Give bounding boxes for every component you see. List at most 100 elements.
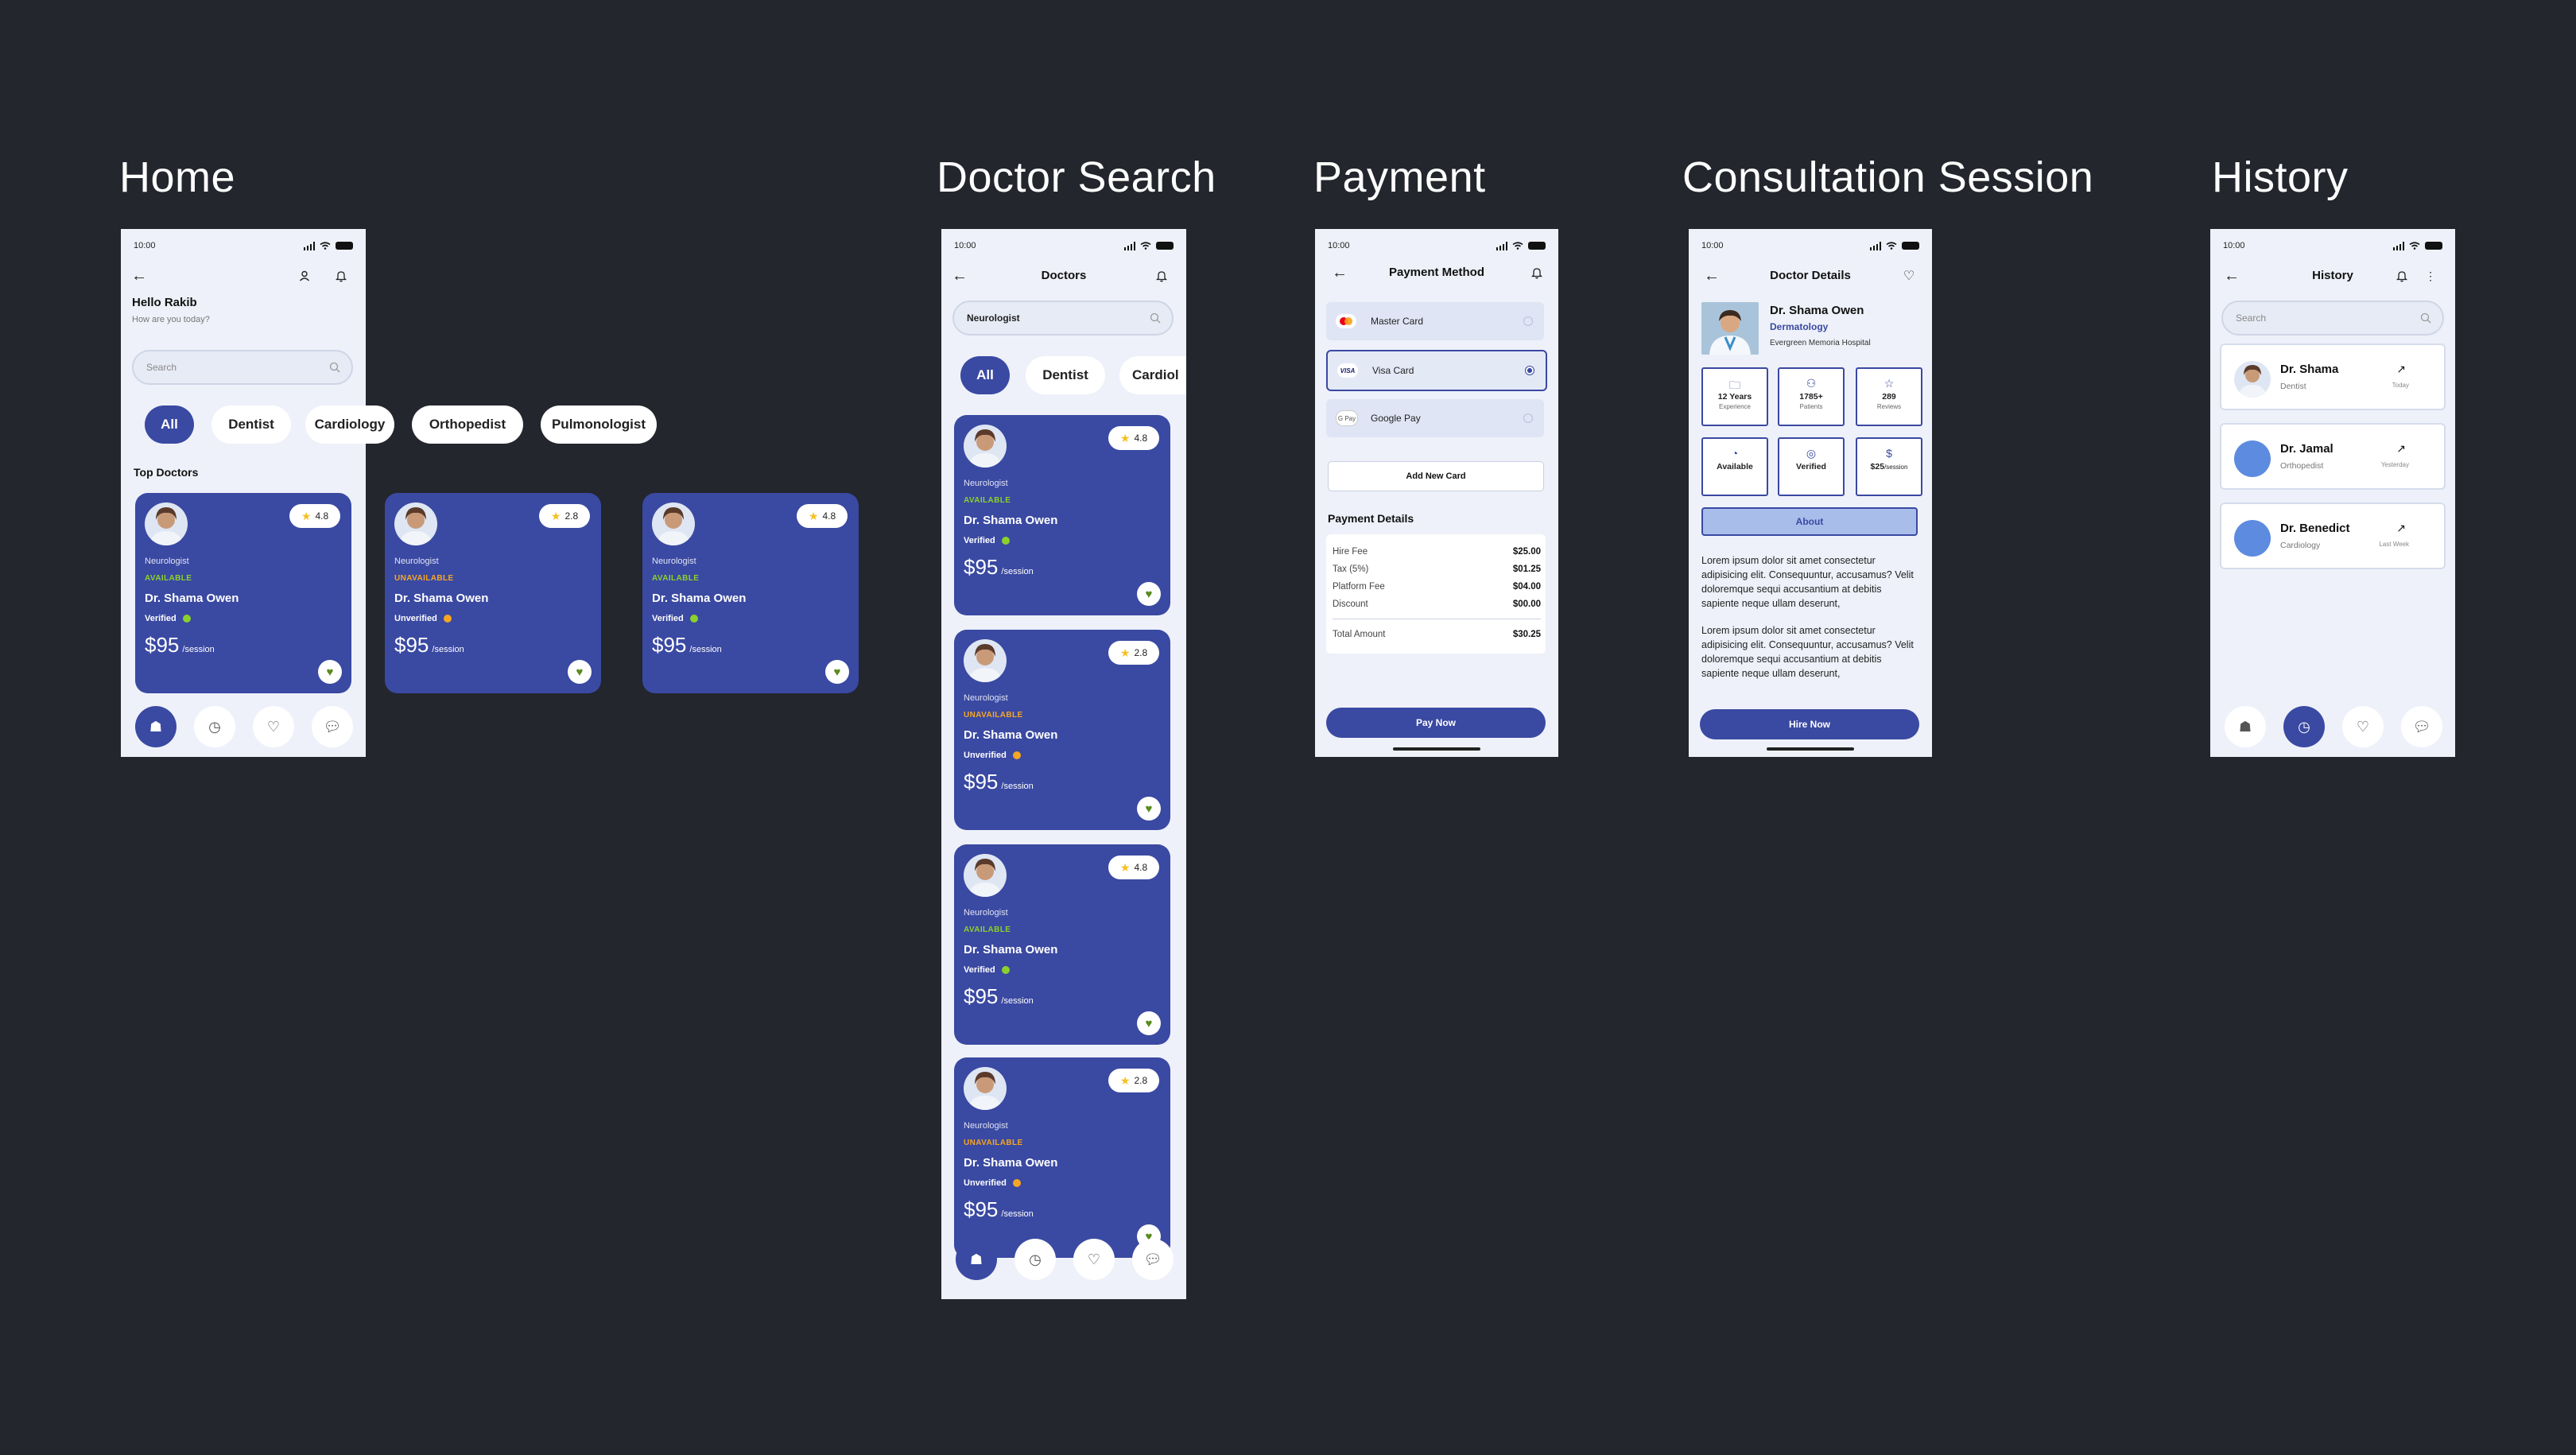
tab-home-icon[interactable]: ☗ <box>956 1239 997 1280</box>
rating-badge: ★ 4.8 <box>1108 856 1159 879</box>
search-input[interactable]: Neurologist <box>952 301 1174 336</box>
check-circle-icon: ◎ <box>1806 447 1817 460</box>
heart-icon[interactable]: ♡ <box>1899 266 1919 286</box>
signal-icon <box>303 241 315 250</box>
price-unit: /session <box>1001 1209 1034 1219</box>
payment-option-visa[interactable]: VISA Visa Card <box>1326 350 1547 391</box>
favorite-heart-icon[interactable]: ♥ <box>568 660 592 684</box>
chip-orthopedist[interactable]: Orthopedist <box>412 405 523 444</box>
rating-badge: ★ 4.8 <box>797 504 848 528</box>
doctor-avatar <box>2234 440 2271 477</box>
bell-icon[interactable] <box>1527 262 1547 283</box>
tab-heart-icon[interactable]: ♡ <box>2342 706 2384 747</box>
chip-cardiology[interactable]: Cardiol <box>1119 356 1186 394</box>
line-value: $04.00 <box>1512 582 1541 592</box>
hire-now-button[interactable]: Hire Now <box>1700 709 1919 739</box>
rating-badge: ★ 2.8 <box>1108 641 1159 665</box>
history-time: Last Week <box>2379 541 2409 548</box>
payment-option-googlepay[interactable]: G Pay Google Pay <box>1326 399 1544 437</box>
status-time: 10:00 <box>1701 241 1724 250</box>
profile-icon[interactable] <box>294 266 315 286</box>
doctor-card[interactable]: ★ 4.8 Neurologist AVAILABLE Dr. Shama Owe… <box>642 493 859 693</box>
more-vertical-icon[interactable]: ⋮ <box>2420 266 2441 286</box>
payment-option-label: Google Pay <box>1371 413 1421 424</box>
status-bar: 10:00 <box>132 239 355 254</box>
tab-chat-icon[interactable]: 💬︎ <box>1132 1239 1174 1280</box>
tab-about[interactable]: About <box>1701 507 1918 536</box>
doctor-specialty: Neurologist <box>964 479 1008 488</box>
favorite-heart-icon[interactable]: ♥ <box>1137 582 1161 606</box>
verification-label: Verified <box>964 536 995 545</box>
price-unit: /session <box>432 645 464 654</box>
bottom-tab-bar: ☗ ◷ ♡ 💬︎ <box>135 706 353 747</box>
wifi-icon <box>1140 242 1151 250</box>
radio-button[interactable] <box>1523 316 1533 326</box>
section-title-home: Home <box>119 153 236 201</box>
add-new-card-button[interactable]: Add New Card <box>1328 461 1544 491</box>
chip-cardiology[interactable]: Cardiology <box>305 405 394 444</box>
payment-option-mastercard[interactable]: Master Card <box>1326 302 1544 340</box>
star-icon: ★ <box>301 509 312 522</box>
total-value: $30.25 <box>1512 630 1541 639</box>
history-item[interactable]: Dr. Shama Dentist ↗ Today <box>2220 343 2446 410</box>
bell-icon[interactable] <box>2392 266 2412 286</box>
doctor-card[interactable]: ★ 2.8 Neurologist UNAVAILABLE Dr. Shama O… <box>385 493 601 693</box>
doctor-card[interactable]: ★ 4.8 Neurologist AVAILABLE Dr. Shama Owe… <box>954 844 1170 1045</box>
price: $95 <box>964 555 999 579</box>
doctor-specialty: Orthopedist <box>2280 461 2324 471</box>
doctor-name: Dr. Shama Owen <box>964 728 1058 742</box>
bell-icon[interactable] <box>1151 266 1172 286</box>
payment-line-discount: Discount $00.00 <box>1333 599 1541 609</box>
tab-history-icon[interactable]: ◷ <box>194 706 235 747</box>
chip-dentist[interactable]: Dentist <box>1026 356 1105 394</box>
doctor-card[interactable]: ★ 4.8 Neurologist AVAILABLE Dr. Shama Owe… <box>135 493 351 693</box>
favorite-heart-icon[interactable]: ♥ <box>1137 1011 1161 1035</box>
stat-experience: 🗀︎ 12 Years Experience <box>1701 367 1768 426</box>
doctor-card[interactable]: ★ 2.8 Neurologist UNAVAILABLE Dr. Shama O… <box>954 1057 1170 1258</box>
favorite-heart-icon[interactable]: ♥ <box>318 660 342 684</box>
doctor-name: Dr. Shama <box>2280 363 2339 376</box>
verification-label: Verified <box>964 965 995 975</box>
star-icon: ★ <box>1119 431 1131 444</box>
arrow-up-right-icon[interactable]: ↗ <box>2396 363 2406 376</box>
doctor-name: Dr. Jamal <box>2280 442 2334 456</box>
tab-home-icon[interactable]: ☗ <box>2225 706 2266 747</box>
favorite-heart-icon[interactable]: ♥ <box>825 660 849 684</box>
payment-line-tax: Tax (5%) $01.25 <box>1333 565 1541 574</box>
dollar-icon: $ <box>1886 447 1892 460</box>
favorite-heart-icon[interactable]: ♥ <box>1137 797 1161 821</box>
tab-heart-icon[interactable]: ♡ <box>1073 1239 1115 1280</box>
tab-home-icon[interactable]: ☗ <box>135 706 177 747</box>
radio-button[interactable] <box>1523 413 1533 423</box>
bell-icon[interactable] <box>331 266 351 286</box>
radio-button-selected[interactable] <box>1525 366 1534 375</box>
back-arrow-icon[interactable]: ← <box>129 266 149 286</box>
arrow-up-right-icon[interactable]: ↗ <box>2396 522 2406 535</box>
pay-now-button[interactable]: Pay Now <box>1326 708 1546 738</box>
tab-history-icon[interactable]: ◷ <box>1014 1239 1056 1280</box>
history-item[interactable]: Dr. Jamal Orthopedist ↗ Yesterday <box>2220 423 2446 490</box>
chip-all[interactable]: All <box>145 405 194 444</box>
chip-all[interactable]: All <box>960 356 1010 394</box>
doctor-card[interactable]: ★ 2.8 Neurologist UNAVAILABLE Dr. Shama O… <box>954 630 1170 830</box>
status-time: 10:00 <box>134 241 156 250</box>
chip-pulmonologist[interactable]: Pulmonologist <box>541 405 657 444</box>
search-icon <box>1150 312 1161 324</box>
price-unit: /session <box>182 645 215 654</box>
doctor-name: Dr. Shama Owen <box>652 592 747 605</box>
tab-chat-icon[interactable]: 💬︎ <box>2401 706 2442 747</box>
consultation-screen: 10:00 ← Doctor Details ♡ Dr. Shama Owen … <box>1689 229 1932 757</box>
search-input[interactable]: Search <box>132 350 353 385</box>
search-input[interactable]: Search <box>2221 301 2444 336</box>
history-item[interactable]: Dr. Benedict Cardiology ↗ Last Week <box>2220 502 2446 569</box>
arrow-up-right-icon[interactable]: ↗ <box>2396 442 2406 456</box>
tab-heart-icon[interactable]: ♡ <box>253 706 294 747</box>
tab-history-icon[interactable]: ◷ <box>2283 706 2325 747</box>
line-value: $00.00 <box>1512 599 1541 609</box>
doctor-name: Dr. Shama Owen <box>145 592 239 605</box>
tab-chat-icon[interactable]: 💬︎ <box>312 706 353 747</box>
chip-dentist[interactable]: Dentist <box>211 405 291 444</box>
price-unit: /session <box>1001 782 1034 791</box>
doctor-card[interactable]: ★ 4.8 Neurologist AVAILABLE Dr. Shama Owe… <box>954 415 1170 615</box>
payment-line-platform-fee: Platform Fee $04.00 <box>1333 582 1541 592</box>
